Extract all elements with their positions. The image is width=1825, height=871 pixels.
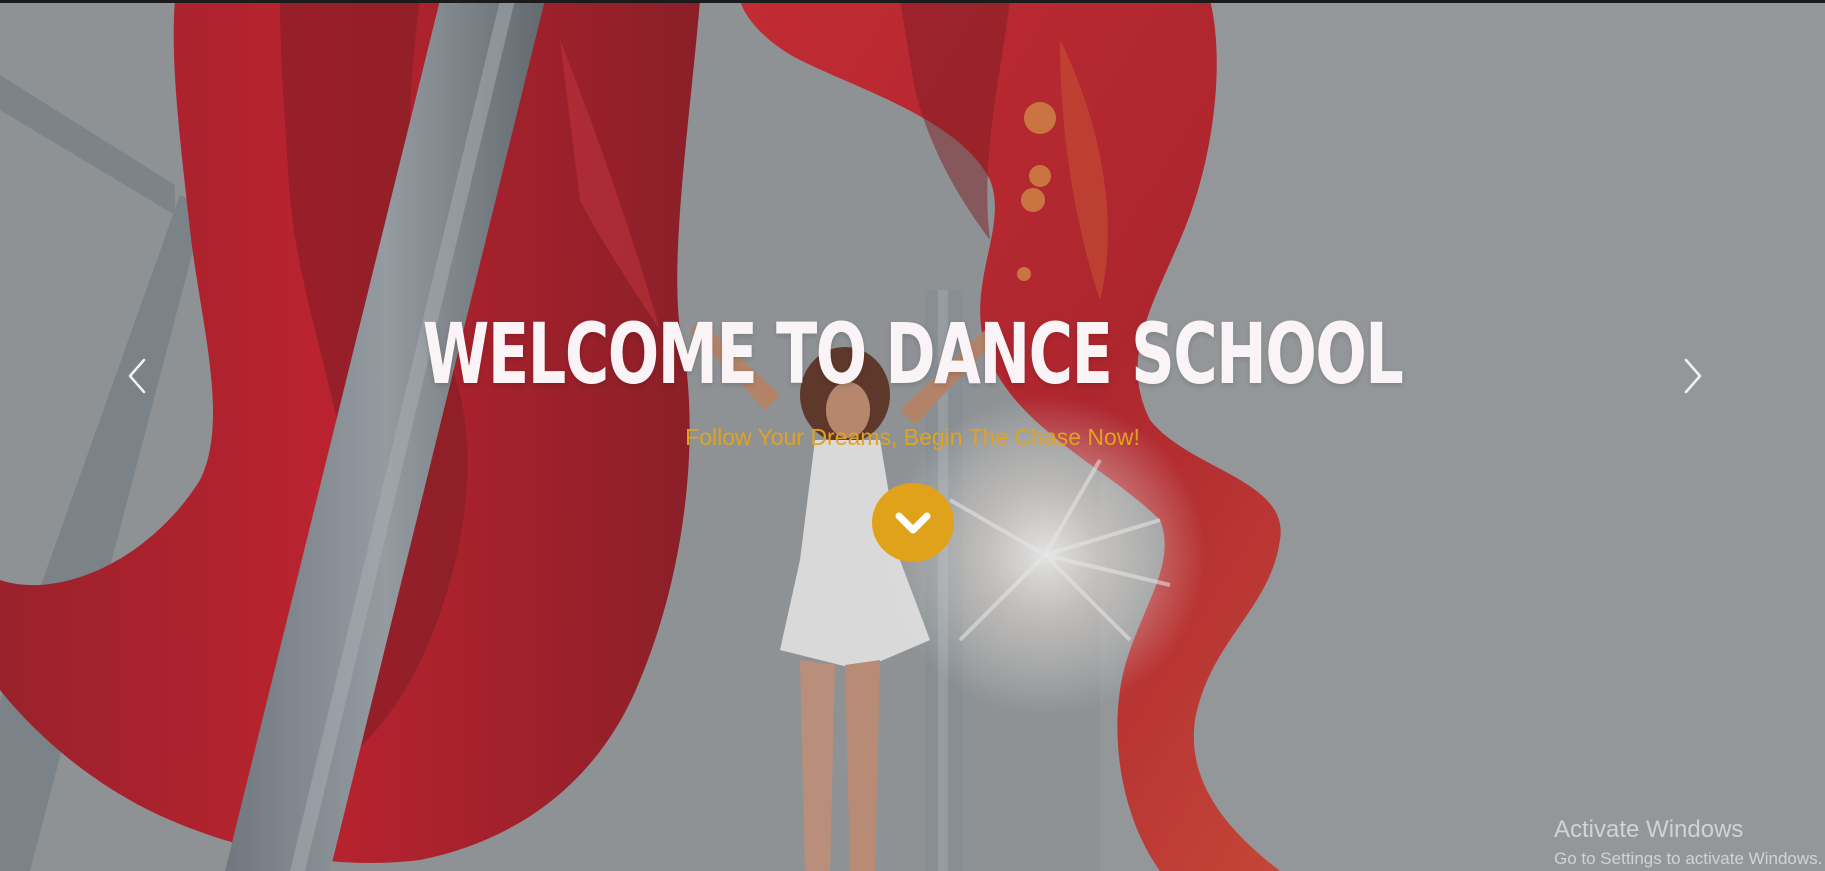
chevron-down-icon [895, 512, 931, 533]
hero-carousel: WELCOME TO DANCE SCHOOL Follow Your Drea… [0, 0, 1825, 871]
chevron-right-icon [1684, 358, 1702, 394]
watermark-subtitle: Go to Settings to activate Windows. [1554, 848, 1823, 868]
carousel-prev-button[interactable] [118, 352, 158, 400]
chevron-left-icon [128, 358, 146, 394]
hero-headline: WELCOME TO DANCE SCHOOL [422, 305, 1404, 403]
top-border [0, 0, 1825, 3]
watermark-title: Activate Windows [1554, 816, 1744, 843]
scroll-down-button[interactable] [872, 483, 954, 562]
activate-windows-watermark: Activate Windows Go to Settings to activ… [1554, 816, 1822, 869]
carousel-next-button[interactable] [1672, 352, 1712, 400]
hero-subheadline: Follow Your Dreams, Begin The Chase Now! [685, 424, 1140, 450]
